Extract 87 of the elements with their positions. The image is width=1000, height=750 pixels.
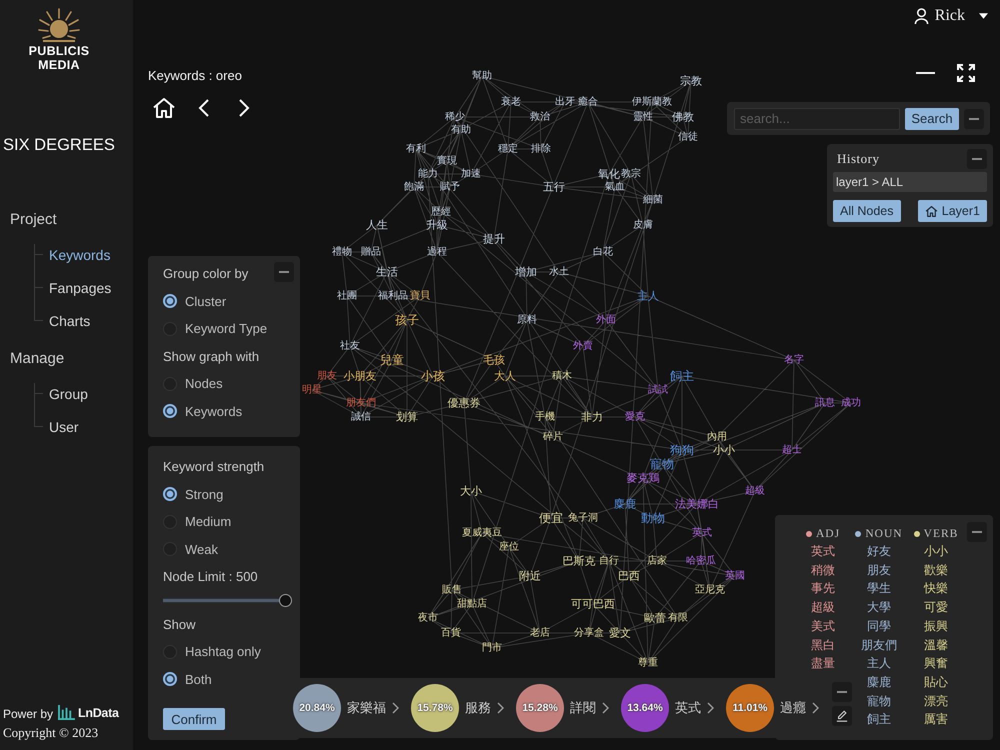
- legend-word: 寵物: [867, 692, 891, 710]
- logo-text: MEDIA: [38, 58, 80, 72]
- legend-word: 歡樂: [924, 562, 948, 579]
- edit-button[interactable]: [832, 706, 852, 726]
- option-label: Medium: [185, 514, 232, 530]
- history-entry[interactable]: layer1 > ALL: [833, 172, 987, 192]
- legend-word: 溫馨: [924, 636, 948, 654]
- option-group-title: Keyword strength: [163, 458, 264, 476]
- legend-word: 可愛: [924, 599, 948, 616]
- collapse-button[interactable]: [274, 262, 294, 282]
- radio-button[interactable]: [163, 487, 177, 502]
- option-label: Keyword Type: [185, 321, 268, 336]
- search-button[interactable]: Search: [905, 108, 959, 130]
- legend-word: 大學: [867, 599, 891, 616]
- legend-word: 振興: [924, 618, 948, 635]
- legend-label: VERB: [924, 528, 958, 540]
- partner-logo-text: LnData: [78, 706, 119, 721]
- nav-item[interactable]: User: [49, 418, 79, 436]
- option-label: Keywords: [185, 404, 242, 419]
- option-group-title: Show graph with: [163, 348, 260, 366]
- legend-word: 麋鹿: [867, 674, 891, 691]
- option-group-title: Show: [163, 616, 196, 634]
- collapse-button[interactable]: [967, 149, 987, 169]
- nav-item[interactable]: Group: [49, 384, 88, 402]
- app-title: SIX DEGREES: [2, 135, 115, 155]
- minus-icon: [969, 118, 979, 120]
- nav-item[interactable]: Keywords: [49, 246, 110, 264]
- user-name[interactable]: Rick: [934, 6, 965, 26]
- option-label: Hashtag only: [185, 644, 261, 660]
- legend-word: 小小: [924, 543, 948, 560]
- cluster-label[interactable]: 英式: [675, 699, 701, 717]
- legend-word: 興奮: [924, 655, 948, 672]
- cluster-label[interactable]: 服務: [465, 699, 491, 717]
- option-label: Nodes: [185, 376, 223, 392]
- option-label: Both: [185, 672, 212, 687]
- all-nodes-button[interactable]: All Nodes: [833, 200, 900, 222]
- collapse-button[interactable]: [832, 682, 852, 702]
- radio-button[interactable]: [163, 404, 177, 418]
- legend-word: 同學: [867, 618, 891, 635]
- radio-button[interactable]: [163, 294, 177, 308]
- powered-by-text: Power by: [3, 707, 54, 721]
- collapse-button[interactable]: [964, 108, 984, 128]
- cluster-label[interactable]: 詳閱: [570, 699, 596, 717]
- sunburst-logo-icon: [37, 8, 81, 42]
- legend-word: 漂亮: [924, 692, 948, 710]
- caret-icon[interactable]: [979, 13, 988, 19]
- collapse-button[interactable]: [967, 522, 987, 542]
- nav-item[interactable]: Fanpages: [49, 278, 112, 296]
- legend-word: 好友: [867, 543, 891, 560]
- legend-word: 快樂: [924, 580, 948, 598]
- node-limit-label: Node Limit : 500: [163, 568, 258, 586]
- pen-icon: [836, 710, 848, 722]
- option-label: Strong: [185, 486, 224, 502]
- option-group-title: Group color by: [163, 265, 248, 284]
- nav-section: Manage: [0, 350, 64, 368]
- cluster-share[interactable]: 13.64%: [621, 684, 669, 732]
- bar-logo-icon: [58, 705, 76, 720]
- radio-button[interactable]: [163, 672, 177, 686]
- layer-button[interactable]: Layer1: [918, 200, 987, 222]
- option-label: Weak: [185, 542, 218, 557]
- legend-word: 主人: [867, 655, 891, 672]
- cluster-label[interactable]: 家樂福: [347, 699, 386, 717]
- option-label: Cluster: [185, 294, 226, 309]
- legend-label: NOUN: [865, 528, 903, 540]
- home-icon: [924, 204, 938, 218]
- legend-word: 貼心: [924, 674, 948, 691]
- breadcrumb: Keywords : oreo: [148, 68, 242, 84]
- home-icon[interactable]: [152, 96, 176, 120]
- legend-word: 朋友: [867, 562, 891, 579]
- legend-word: 學生: [867, 580, 891, 598]
- minus-icon: [279, 271, 289, 273]
- chevron-left-icon[interactable]: [198, 98, 210, 118]
- copyright-text: Copyright © 2023: [3, 725, 98, 741]
- legend-word: 厲害: [924, 711, 948, 728]
- legend-word: 飼主: [867, 711, 891, 728]
- nav-item[interactable]: Charts: [49, 312, 90, 330]
- nav-section: Project: [0, 211, 57, 229]
- legend-word: 朋友們: [861, 636, 897, 654]
- logo-text: PUBLICIS: [28, 44, 90, 58]
- minus-icon: [972, 531, 982, 533]
- confirm-button[interactable]: Confirm: [163, 708, 225, 730]
- minus-icon: [972, 158, 982, 160]
- slider-handle[interactable]: [279, 594, 292, 606]
- minus-icon: [837, 691, 847, 693]
- fullscreen-icon[interactable]: [957, 64, 975, 82]
- user-icon[interactable]: [914, 8, 929, 24]
- cluster-label[interactable]: 過癮: [780, 699, 806, 717]
